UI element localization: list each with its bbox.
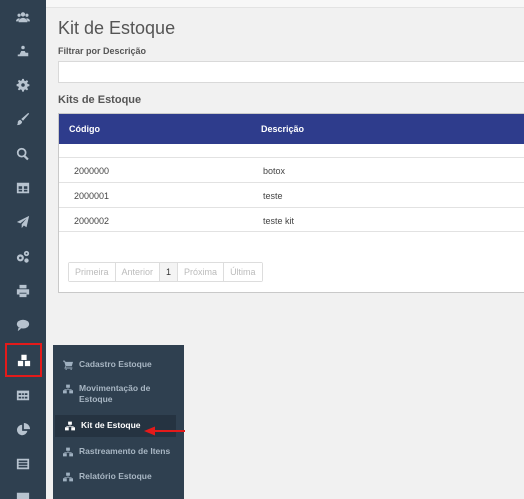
section-title: Kits de Estoque (58, 94, 142, 106)
stock-submenu: Cadastro Estoque Movimentação de Estoque… (53, 345, 184, 499)
hand-icon[interactable] (0, 40, 46, 62)
submenu-item-label: Relatório Estoque (79, 471, 152, 481)
table-header: Código Descrição (59, 114, 524, 144)
brush-icon[interactable] (0, 108, 46, 130)
report-icon[interactable] (0, 487, 46, 499)
column-header-description[interactable]: Descrição (261, 124, 304, 134)
filter-label: Filtrar por Descrição (58, 46, 147, 56)
comment-icon[interactable] (0, 314, 46, 336)
sidebar (0, 0, 46, 499)
table-icon[interactable] (0, 177, 46, 199)
pagination-first[interactable]: Primeira (69, 263, 116, 281)
table-row[interactable]: 2000001 teste (59, 182, 524, 207)
submenu-item-label: Movimentação de Estoque (79, 383, 151, 404)
pagination-previous[interactable]: Anterior (115, 263, 161, 281)
list-icon[interactable] (0, 453, 46, 475)
submenu-item-cadastro-estoque[interactable]: Cadastro Estoque (53, 359, 184, 370)
sitemap-icon (63, 447, 73, 457)
pagination-next[interactable]: Próxima (178, 263, 225, 281)
kits-table-panel: Código Descrição 2000000 botox 2000001 t… (58, 113, 524, 293)
sitemap-icon (63, 384, 73, 394)
cubes-icon[interactable] (5, 343, 42, 377)
cogs-icon[interactable] (0, 246, 46, 268)
pagination-last[interactable]: Última (224, 263, 262, 281)
table-body: 2000000 botox 2000001 teste 2000002 test… (59, 157, 524, 232)
submenu-item-relatorio-estoque[interactable]: Relatório Estoque (53, 471, 184, 482)
cell-description: teste (263, 191, 283, 201)
pie-chart-icon[interactable] (0, 419, 46, 441)
cell-code: 2000001 (74, 191, 110, 201)
search-icon[interactable] (0, 143, 46, 165)
submenu-item-rastreamento-itens[interactable]: Rastreamento de Itens (53, 446, 184, 457)
sitemap-icon (63, 472, 73, 482)
table-row[interactable]: 2000000 botox (59, 157, 524, 182)
cell-code: 2000002 (74, 216, 110, 226)
pagination-current-page[interactable]: 1 (160, 263, 179, 281)
sitemap-icon (65, 421, 75, 431)
print-icon[interactable] (0, 280, 46, 302)
pagination: Primeira Anterior 1 Próxima Última (68, 262, 263, 282)
users-icon[interactable] (0, 6, 46, 28)
submenu-item-label: Rastreamento de Itens (79, 446, 171, 456)
cart-icon (63, 360, 73, 370)
top-bar (46, 0, 524, 8)
cell-description: teste kit (263, 216, 295, 226)
gear-icon[interactable] (0, 74, 46, 96)
annotation-arrow-icon (144, 426, 185, 436)
paper-plane-icon[interactable] (0, 211, 46, 233)
submenu-item-label: Cadastro Estoque (79, 359, 152, 369)
filter-input[interactable] (58, 61, 524, 83)
cell-code: 2000000 (74, 166, 110, 176)
table-row[interactable]: 2000002 teste kit (59, 207, 524, 232)
column-header-code[interactable]: Código (69, 124, 100, 134)
calendar-grid-icon[interactable] (0, 384, 46, 406)
submenu-item-label: Kit de Estoque (81, 420, 141, 430)
page-title: Kit de Estoque (58, 18, 176, 38)
submenu-item-movimentacao-estoque[interactable]: Movimentação de Estoque (53, 383, 184, 405)
cell-description: botox (263, 166, 286, 176)
